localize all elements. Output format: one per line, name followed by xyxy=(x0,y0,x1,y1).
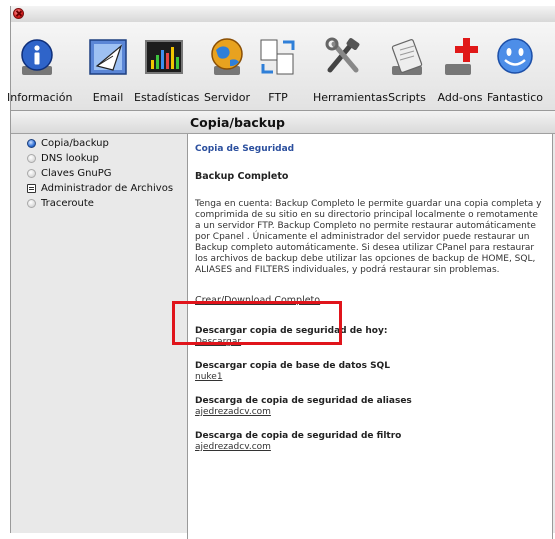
stats-icon xyxy=(143,36,185,78)
section-title: Copia/backup xyxy=(190,115,285,130)
info-icon xyxy=(16,36,58,78)
document-icon xyxy=(27,184,36,193)
toolbar-label: Información xyxy=(7,91,73,104)
highlight-annotation-box xyxy=(172,301,342,345)
download-label: Descarga de copia de seguridad de filtro xyxy=(195,431,402,441)
app-window: Información Email Estadísticas Servidor … xyxy=(7,6,555,539)
toolbar-label: Fantastico xyxy=(487,91,543,104)
download-label: Descarga de copia de seguridad de aliase… xyxy=(195,396,412,406)
toolbar-label: Herramientas xyxy=(313,91,388,104)
radio-selected-icon xyxy=(27,139,36,148)
sidebar-item-label: Traceroute xyxy=(41,198,94,209)
download-block-aliases: Descarga de copia de seguridad de aliase… xyxy=(195,396,545,417)
download-link[interactable]: nuke1 xyxy=(195,372,223,382)
sidebar-item-administrador-archivos[interactable]: Administrador de Archivos xyxy=(27,181,192,196)
sidebar-item-label: Administrador de Archivos xyxy=(41,183,174,194)
toolbar-label: Scripts xyxy=(388,91,426,104)
sidebar-item-label: Claves GnuPG xyxy=(41,168,112,179)
toolbar-add-ons[interactable]: Add-ons xyxy=(430,36,490,104)
toolbar-label: FTP xyxy=(268,91,288,104)
toolbar-fantastico[interactable]: Fantastico xyxy=(485,36,545,104)
radio-icon xyxy=(27,154,36,163)
toolbar-label: Add-ons xyxy=(437,91,483,104)
radio-icon xyxy=(27,199,36,208)
download-label: Descargar copia de base de datos SQL xyxy=(195,361,390,371)
tools-icon xyxy=(322,36,364,78)
radio-icon xyxy=(27,169,36,178)
title-bar xyxy=(11,6,555,22)
close-window-button[interactable] xyxy=(13,8,24,19)
toolbar-label: Estadísticas xyxy=(134,91,200,104)
add-ons-icon xyxy=(439,36,481,78)
toolbar-email[interactable]: Email xyxy=(78,36,138,104)
toolbar-ftp[interactable]: FTP xyxy=(248,36,308,104)
download-block-sql: Descargar copia de base de datos SQL nuk… xyxy=(195,361,545,382)
server-globe-icon xyxy=(206,36,248,78)
smiley-icon xyxy=(494,36,536,78)
sidebar-item-dns-lookup[interactable]: DNS lookup xyxy=(27,151,192,166)
toolbar-scripts[interactable]: Scripts xyxy=(377,36,437,104)
toolbar-estadisticas[interactable]: Estadísticas xyxy=(134,36,200,104)
download-link[interactable]: ajedrezadcv.com xyxy=(195,407,271,417)
ftp-icon xyxy=(257,36,299,78)
sidebar: Copia/backup DNS lookup Claves GnuPG Adm… xyxy=(27,136,192,211)
toolbar-informacion[interactable]: Información xyxy=(7,36,73,104)
sidebar-item-label: DNS lookup xyxy=(41,153,99,164)
sidebar-item-label: Copia/backup xyxy=(41,138,109,149)
email-icon xyxy=(87,36,129,78)
sidebar-item-claves-gnupg[interactable]: Claves GnuPG xyxy=(27,166,192,181)
content-subheading: Backup Completo xyxy=(195,171,289,182)
download-block-filter: Descarga de copia de seguridad de filtro… xyxy=(195,431,545,452)
sidebar-item-copia-backup[interactable]: Copia/backup xyxy=(27,136,192,151)
scripts-icon xyxy=(386,36,428,78)
download-link[interactable]: ajedrezadcv.com xyxy=(195,442,271,452)
content-paragraph: Tenga en cuenta: Backup Completo le perm… xyxy=(195,199,542,275)
main-toolbar: Información Email Estadísticas Servidor … xyxy=(7,22,555,111)
toolbar-label: Email xyxy=(92,91,124,104)
sidebar-item-traceroute[interactable]: Traceroute xyxy=(27,196,192,211)
content-heading: Copia de Seguridad xyxy=(195,144,295,154)
section-header: Copia/backup xyxy=(11,111,555,134)
toolbar-herramientas[interactable]: Herramientas xyxy=(313,36,388,104)
